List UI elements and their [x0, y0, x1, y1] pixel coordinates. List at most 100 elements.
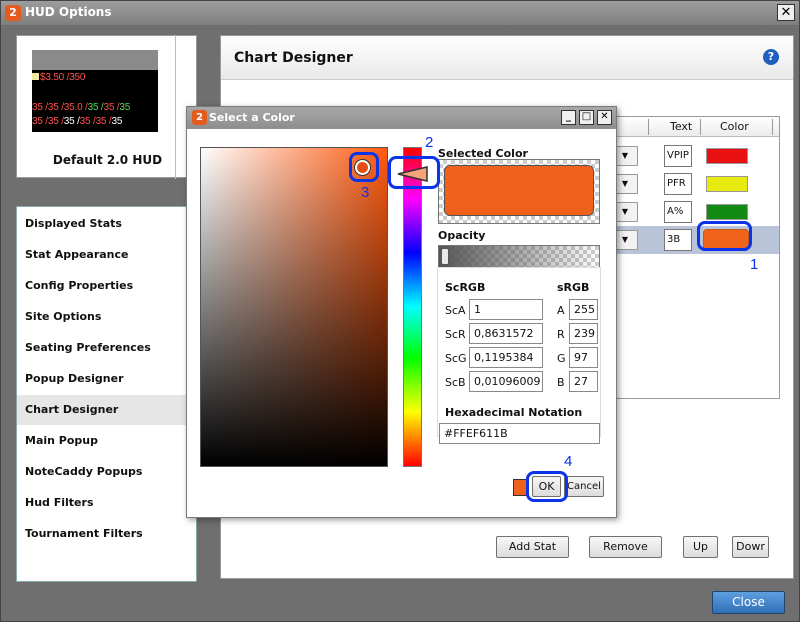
- hud-line-2: 35 /35 /35.0 /35 /35 /35: [32, 102, 130, 113]
- hud-thumb-band: [32, 50, 158, 70]
- scrgb-channel-label: ScG: [445, 352, 467, 365]
- app-logo-icon: 2: [5, 5, 21, 21]
- table-row[interactable]: ▼ PFR: [612, 170, 779, 198]
- color-swatch-button[interactable]: [706, 148, 748, 164]
- window-titlebar: 2 HUD Options ✕: [1, 1, 799, 25]
- hud-stat-value: 35 /: [87, 102, 104, 113]
- annotation-box-1: [697, 221, 752, 251]
- hud-stat-value: 35: [119, 102, 131, 113]
- nav-item-seating-preferences[interactable]: Seating Preferences: [17, 333, 196, 363]
- options-nav: Displayed Stats Stat Appearance Config Pro…: [16, 206, 197, 582]
- hex-label: Hexadecimal Notation: [445, 406, 583, 419]
- remove-button[interactable]: Remove: [589, 536, 662, 558]
- nav-item-stat-appearance[interactable]: Stat Appearance: [17, 240, 196, 270]
- nav-item-tournament-filters[interactable]: Tournament Filters: [17, 519, 196, 549]
- stat-text-field[interactable]: VPIP: [664, 145, 692, 167]
- annotation-number-4: 4: [564, 453, 573, 470]
- scrgb-channel-label: ScR: [445, 328, 466, 341]
- panel-header: Chart Designer ?: [221, 36, 793, 80]
- hud-thumbnail: $3.50 /350 35 /35 /35.0 /35 /35 /35 35 /…: [32, 50, 158, 132]
- maximize-icon[interactable]: □: [579, 110, 594, 125]
- annotation-number-1: 1: [750, 256, 759, 273]
- hud-caption: Default 2.0 HUD: [52, 153, 163, 167]
- stat-text-field[interactable]: PFR: [664, 173, 692, 195]
- nav-item-config-properties[interactable]: Config Properties: [17, 271, 196, 301]
- hud-stat-value: $3.50 /: [40, 72, 70, 83]
- color-swatch-button[interactable]: [706, 176, 748, 192]
- saturation-value-field[interactable]: [200, 147, 388, 467]
- nav-item-site-options[interactable]: Site Options: [17, 302, 196, 332]
- srgb-channel-label: A: [557, 304, 565, 317]
- scrgb-channel-field[interactable]: 1: [469, 299, 543, 320]
- opacity-label: Opacity: [438, 229, 486, 242]
- scrgb-channel-field[interactable]: 0,8631572: [469, 323, 543, 344]
- window-close-button[interactable]: ✕: [777, 4, 795, 21]
- app-logo-icon: 2: [192, 110, 207, 125]
- scrgb-channel-label: ScA: [445, 304, 466, 317]
- header-text: Text: [670, 120, 693, 133]
- header-color: Color: [720, 120, 749, 133]
- srgb-channel-label: G: [557, 352, 566, 365]
- chip-icon: [32, 73, 39, 80]
- stat-text-field[interactable]: A%: [664, 201, 692, 223]
- add-stat-button[interactable]: Add Stat: [496, 536, 569, 558]
- cancel-button[interactable]: Cancel: [564, 476, 604, 497]
- scrgb-label: ScRGB: [445, 281, 486, 294]
- nav-item-popup-designer[interactable]: Popup Designer: [17, 364, 196, 394]
- srgb-channel-field[interactable]: 97: [569, 347, 598, 368]
- hud-stat-value: 35.0 /: [63, 102, 88, 113]
- close-icon[interactable]: ✕: [597, 110, 612, 125]
- hud-stat-value: 35 /: [47, 116, 64, 127]
- srgb-channel-field[interactable]: 27: [569, 371, 598, 392]
- srgb-label: sRGB: [557, 281, 590, 294]
- hud-stat-value: 35 /: [63, 116, 80, 127]
- hud-preview-card[interactable]: $3.50 /350 35 /35 /35.0 /35 /35 /35 35 /…: [16, 35, 197, 178]
- hud-stat-value: 35 /: [32, 116, 48, 127]
- hud-stat-value: 35 /: [95, 116, 112, 127]
- nav-item-hud-filters[interactable]: Hud Filters: [17, 488, 196, 518]
- nav-item-main-popup[interactable]: Main Popup: [17, 426, 196, 456]
- scrgb-channel-field[interactable]: 0,1195384: [469, 347, 543, 368]
- color-swatch-button[interactable]: [706, 204, 748, 220]
- up-button[interactable]: Up: [683, 536, 718, 558]
- window-title: HUD Options: [25, 5, 112, 19]
- nav-item-chart-designer[interactable]: Chart Designer: [17, 395, 196, 425]
- srgb-channel-field[interactable]: 239: [569, 323, 598, 344]
- stat-text-field[interactable]: 3B: [664, 229, 692, 251]
- hud-stat-value: 35 /: [103, 102, 120, 113]
- hud-stat-value: 35: [111, 116, 123, 127]
- srgb-channel-field[interactable]: 255: [569, 299, 598, 320]
- dialog-title: Select a Color: [209, 111, 295, 124]
- header-sep: [700, 119, 701, 135]
- down-button[interactable]: Dowr: [732, 536, 769, 558]
- annotation-box-4: [526, 471, 568, 502]
- opacity-slider[interactable]: [438, 245, 600, 268]
- hue-slider[interactable]: [403, 147, 422, 467]
- scrgb-channel-field[interactable]: 0,01096009: [469, 371, 543, 392]
- grid-header: Text Color: [612, 117, 779, 137]
- hex-field[interactable]: #FFEF611B: [439, 423, 600, 444]
- opacity-slider-thumb[interactable]: [441, 248, 449, 265]
- help-icon[interactable]: ?: [763, 49, 779, 65]
- close-button[interactable]: Close: [712, 591, 785, 614]
- hud-stat-value: 350: [69, 72, 86, 83]
- page-title: Chart Designer: [234, 50, 353, 66]
- selected-color-swatch: [444, 165, 594, 216]
- minimize-icon[interactable]: _: [561, 110, 576, 125]
- table-row[interactable]: ▼ VPIP: [612, 142, 779, 170]
- dialog-titlebar: 2 Select a Color _ □ ✕: [187, 107, 616, 129]
- hud-stat-value: 35 /: [79, 116, 96, 127]
- nav-item-notecaddy-popups[interactable]: NoteCaddy Popups: [17, 457, 196, 487]
- hud-line-3: 35 /35 /35 /35 /35 /35: [32, 116, 122, 127]
- header-sep: [772, 119, 773, 135]
- table-row[interactable]: ▼ A%: [612, 198, 779, 226]
- scrgb-channel-label: ScB: [445, 376, 466, 389]
- annotation-number-3: 3: [361, 184, 370, 201]
- hud-options-window: 2 HUD Options ✕ $3.50 /350 35 /35 /35.0 …: [0, 0, 800, 622]
- preview-divider: [175, 35, 176, 179]
- table-row[interactable]: ▼ 3B: [612, 226, 779, 254]
- srgb-channel-label: R: [557, 328, 565, 341]
- annotation-number-2: 2: [425, 134, 434, 151]
- selected-color-frame: [438, 159, 600, 224]
- nav-item-displayed-stats[interactable]: Displayed Stats: [17, 209, 196, 239]
